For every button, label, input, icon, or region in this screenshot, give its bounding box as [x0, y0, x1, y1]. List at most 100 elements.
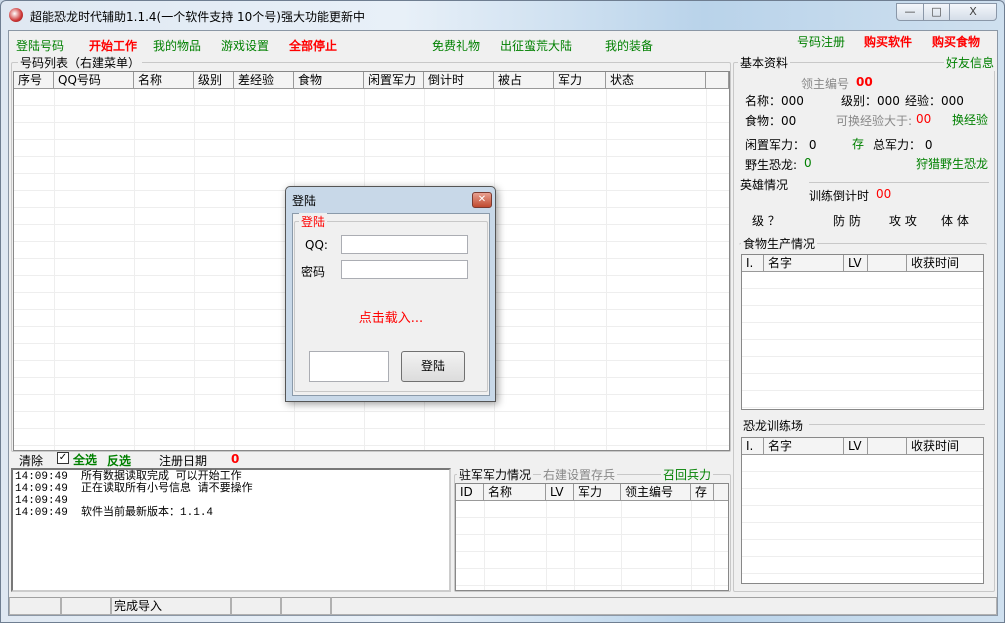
captcha-input[interactable] [309, 351, 389, 382]
qq-label: QQ: [305, 238, 328, 252]
hero-title: 英雄情况 [740, 178, 789, 192]
dialog-title: 登陆 [292, 194, 317, 208]
exchange-exp-button[interactable]: 换经验 [952, 111, 988, 128]
table-header: I. 名字 LV 收获时间 [742, 438, 983, 455]
table-header: 序号 QQ号码 名称 级别 差经验 食物 闲置军力 倒计时 被占 军力 状态 [14, 72, 729, 89]
col-id[interactable]: ID [456, 484, 484, 500]
level-field: 级别：000 [841, 94, 900, 108]
menu-start-work[interactable]: 开始工作 [89, 37, 137, 54]
select-all-label[interactable]: 全选 [73, 451, 97, 468]
menu-my-items[interactable]: 我的物品 [153, 37, 201, 54]
col-exp-diff[interactable]: 差经验 [234, 72, 294, 88]
select-all-checkbox[interactable]: ✓ [57, 452, 69, 464]
status-pane [331, 597, 997, 615]
col-lv[interactable]: LV [546, 484, 574, 500]
maximize-button[interactable]: □ [923, 3, 950, 21]
col-force[interactable]: 军力 [554, 72, 606, 88]
login-button[interactable]: 登陆 [401, 351, 465, 382]
col-force[interactable]: 军力 [574, 484, 621, 500]
col-qq[interactable]: QQ号码 [54, 72, 134, 88]
account-list-title: 号码列表（右建菜单） [18, 54, 143, 71]
col-name[interactable]: 名称 [134, 72, 194, 88]
col-blank[interactable] [868, 255, 907, 271]
training-table[interactable]: I. 名字 LV 收获时间 [741, 437, 984, 584]
col-harvest-time[interactable]: 收获时间 [907, 255, 983, 271]
col-lv[interactable]: LV [844, 438, 868, 454]
hero-defense: 防 防 [833, 214, 861, 228]
train-countdown-value: 00 [876, 187, 892, 201]
col-lv[interactable]: LV [844, 255, 868, 271]
menu-buy-food[interactable]: 购买食物 [932, 33, 980, 50]
password-label: 密码 [301, 265, 326, 279]
password-input[interactable] [341, 260, 468, 279]
menu-my-equipment[interactable]: 我的装备 [605, 37, 653, 54]
menu-free-gift[interactable]: 免费礼物 [432, 37, 480, 54]
menu-stop-all[interactable]: 全部停止 [289, 37, 337, 54]
status-pane [231, 597, 281, 615]
garrison-table[interactable]: ID 名称 LV 军力 领主编号 存 [455, 483, 729, 591]
train-countdown-label: 训练倒计时 [809, 189, 870, 203]
hero-attack: 攻 攻 [889, 214, 917, 228]
col-idle-force[interactable]: 闲置军力 [364, 72, 424, 88]
menu-buy-software[interactable]: 购买软件 [864, 33, 912, 50]
dialog-close-button[interactable]: ✕ [472, 192, 492, 208]
garrison-title: 驻军军力情况 [457, 466, 534, 483]
store-button[interactable]: 存 [852, 135, 864, 152]
minimize-button[interactable]: — [896, 3, 924, 21]
col-index[interactable]: I. [742, 255, 764, 271]
col-name[interactable]: 名字 [764, 255, 844, 271]
recall-troops-button[interactable]: 召回兵力 [661, 466, 714, 483]
exchange-threshold-value[interactable]: 00 [916, 112, 931, 126]
qq-input[interactable] [341, 235, 468, 254]
col-harvest-time[interactable]: 收获时间 [907, 438, 983, 454]
exp-field: 经验：000 [905, 94, 964, 108]
col-index[interactable]: 序号 [14, 72, 54, 88]
col-countdown[interactable]: 倒计时 [424, 72, 494, 88]
loading-text[interactable]: 点击载入... [293, 307, 489, 326]
status-pane: 完成导入 [111, 597, 231, 615]
wild-dino-label: 野生恐龙: [745, 158, 798, 172]
food-field: 食物：00 [745, 114, 797, 128]
food-production-title: 食物生产情况 [741, 235, 818, 252]
status-pane [61, 597, 111, 615]
table-header: I. 名字 LV 收获时间 [742, 255, 983, 272]
client-area: 登陆号码 开始工作 我的物品 游戏设置 全部停止 免费礼物 出征蛮荒大陆 我的装… [8, 30, 998, 616]
col-level[interactable]: 级别 [194, 72, 234, 88]
col-blank[interactable] [868, 438, 907, 454]
window-title: 超能恐龙时代辅助1.1.4(一个软件支持 10个号)强大功能更新中 [30, 10, 365, 24]
log-box[interactable]: 14:09:49 所有数据读取完成 可以开始工作 14:09:49 正在读取所有… [11, 468, 451, 592]
clear-button[interactable]: 清除 [19, 452, 43, 469]
col-blank[interactable] [706, 72, 729, 88]
col-lord-id[interactable]: 领主编号 [621, 484, 691, 500]
col-food[interactable]: 食物 [294, 72, 364, 88]
total-force-field: 总军力： 0 [873, 138, 933, 152]
login-group-title: 登陆 [299, 213, 328, 230]
idle-force-field: 闲置军力： 0 [745, 138, 817, 152]
log-line: 14:09:49 所有数据读取完成 可以开始工作 [15, 471, 242, 483]
menu-login-accounts[interactable]: 登陆号码 [16, 37, 64, 54]
col-name[interactable]: 名称 [484, 484, 546, 500]
wild-dino-value: 0 [804, 156, 812, 170]
name-field: 名称：000 [745, 94, 804, 108]
hero-level: 级 ？ [752, 214, 780, 228]
menu-expedition[interactable]: 出征蛮荒大陆 [500, 37, 572, 54]
invert-selection-button[interactable]: 反选 [107, 452, 131, 469]
basic-info-title: 基本资料 [738, 54, 791, 71]
col-name[interactable]: 名字 [764, 438, 844, 454]
col-occupied[interactable]: 被占 [494, 72, 554, 88]
hunt-wild-dino-button[interactable]: 狩猎野生恐龙 [916, 155, 988, 172]
reg-date-value: 0 [231, 452, 240, 466]
log-line: 14:09:49 [15, 495, 68, 507]
close-button[interactable]: X [949, 3, 997, 21]
col-index[interactable]: I. [742, 438, 764, 454]
reg-date-label: 注册日期 [159, 454, 208, 468]
app-icon [9, 8, 23, 22]
menu-register[interactable]: 号码注册 [797, 33, 845, 50]
friend-info-button[interactable]: 好友信息 [943, 54, 996, 71]
food-production-table[interactable]: I. 名字 LV 收获时间 [741, 254, 984, 410]
status-pane [9, 597, 61, 615]
menu-game-settings[interactable]: 游戏设置 [221, 37, 269, 54]
status-pane [281, 597, 331, 615]
col-store[interactable]: 存 [691, 484, 714, 500]
col-status[interactable]: 状态 [606, 72, 706, 88]
